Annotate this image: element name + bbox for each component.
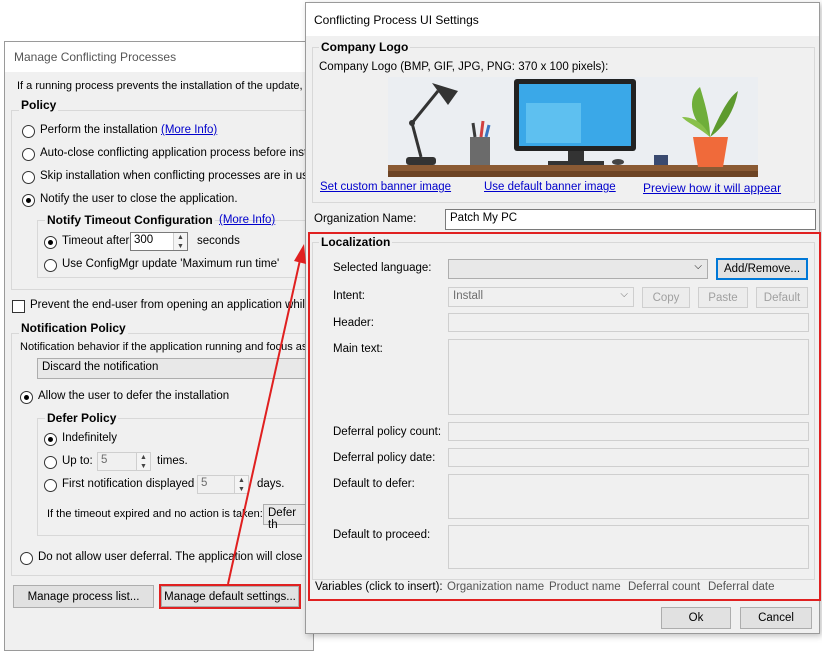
cancel-button[interactable]: Cancel xyxy=(740,607,812,629)
conflicting-process-ui-settings-dialog: Conflicting Process UI Settings Company … xyxy=(305,2,821,634)
timeout-after-radio[interactable] xyxy=(44,236,57,249)
timeout-expired-select[interactable]: Defer th xyxy=(263,504,311,531)
autoclose-label: Auto-close conflicting application proce… xyxy=(40,147,326,159)
notification-behavior-label: Notification behavior if the application… xyxy=(20,341,316,353)
organization-name-input[interactable]: Patch My PC xyxy=(445,209,816,230)
manage-conflicting-processes-window: Manage Conflicting Processes If a runnin… xyxy=(4,41,330,651)
notify-user-label: Notify the user to close the application… xyxy=(40,193,238,205)
timeout-more-info-link[interactable]: (More Info) xyxy=(219,214,275,226)
main-window-title: Manage Conflicting Processes xyxy=(14,50,177,64)
dialog-title: Conflicting Process UI Settings xyxy=(314,13,479,27)
organization-name-value: Patch My PC xyxy=(450,212,518,224)
timeout-after-label: Timeout after xyxy=(62,235,130,247)
allow-defer-radio[interactable] xyxy=(20,391,33,404)
timeout-expired-label: If the timeout expired and no action is … xyxy=(47,508,263,520)
perform-installation-radio[interactable] xyxy=(22,125,35,138)
main-titlebar: Manage Conflicting Processes xyxy=(5,42,313,72)
notification-behavior-value: Discard the notification xyxy=(42,361,159,373)
notify-timeout-title: Notify Timeout Configuration xyxy=(45,213,215,227)
up-to-spinner[interactable]: ▲ ▼ xyxy=(136,453,150,470)
perform-installation-label: Perform the installation xyxy=(40,124,158,136)
company-logo-caption: Company Logo (BMP, GIF, JPG, PNG: 370 x … xyxy=(319,61,609,73)
timeout-seconds-value: 300 xyxy=(134,234,154,246)
defer-policy-title: Defer Policy xyxy=(45,411,119,425)
perform-more-info-link[interactable]: (More Info) xyxy=(161,124,217,136)
times-label: times. xyxy=(157,455,188,467)
days-label: days. xyxy=(257,478,285,490)
set-custom-banner-link[interactable]: Set custom banner image xyxy=(320,181,451,193)
prevent-open-checkbox[interactable] xyxy=(12,300,25,313)
indefinitely-radio[interactable] xyxy=(44,433,57,446)
manage-process-list-button[interactable]: Manage process list... xyxy=(13,585,154,608)
timeout-seconds-input[interactable]: 300 ▲ ▼ xyxy=(130,232,188,251)
company-banner-image xyxy=(388,77,758,177)
up-to-label: Up to: xyxy=(62,455,93,467)
variables-label: Variables (click to insert): xyxy=(315,581,443,593)
indefinitely-label: Indefinitely xyxy=(62,432,117,444)
use-configmgr-label: Use ConfigMgr update 'Maximum run time' xyxy=(62,258,280,270)
variable-organization-name[interactable]: Organization name xyxy=(447,581,544,593)
use-default-banner-link[interactable]: Use default banner image xyxy=(484,181,616,193)
main-description: If a running process prevents the instal… xyxy=(17,80,318,92)
autoclose-radio[interactable] xyxy=(22,148,35,161)
notification-behavior-select[interactable]: Discard the notification xyxy=(37,358,311,379)
variable-deferral-date[interactable]: Deferral date xyxy=(708,581,774,593)
ok-button[interactable]: Ok xyxy=(661,607,731,629)
organization-name-label: Organization Name: xyxy=(314,213,417,225)
variable-product-name[interactable]: Product name xyxy=(549,581,621,593)
first-notification-value: 5 xyxy=(201,477,208,489)
use-configmgr-radio[interactable] xyxy=(44,259,57,272)
notification-policy-title: Notification Policy xyxy=(19,321,128,335)
first-notification-input[interactable]: 5 ▲ ▼ xyxy=(197,475,249,494)
notify-user-radio[interactable] xyxy=(22,194,35,207)
allow-defer-label: Allow the user to defer the installation xyxy=(38,390,230,402)
first-notification-radio[interactable] xyxy=(44,479,57,492)
manage-default-settings-highlight xyxy=(159,584,301,609)
dialog-titlebar: Conflicting Process UI Settings xyxy=(306,3,819,36)
skip-installation-label: Skip installation when conflicting proce… xyxy=(40,170,315,182)
no-defer-radio[interactable] xyxy=(20,552,33,565)
company-logo-title: Company Logo xyxy=(319,40,411,54)
no-defer-label: Do not allow user deferral. The applicat… xyxy=(38,551,325,563)
preview-banner-link[interactable]: Preview how it will appear xyxy=(643,181,781,195)
policy-group-title: Policy xyxy=(19,98,59,112)
timeout-spinner[interactable]: ▲ ▼ xyxy=(173,233,187,250)
up-to-input[interactable]: 5 ▲ ▼ xyxy=(97,452,151,471)
first-notification-label: First notification displayed + xyxy=(62,478,205,490)
first-notification-spinner[interactable]: ▲ ▼ xyxy=(234,476,248,493)
up-to-radio[interactable] xyxy=(44,456,57,469)
skip-installation-radio[interactable] xyxy=(22,171,35,184)
localization-highlight xyxy=(308,232,821,601)
variable-deferral-count[interactable]: Deferral count xyxy=(628,581,700,593)
up-to-value: 5 xyxy=(101,454,108,466)
seconds-label: seconds xyxy=(197,235,240,247)
prevent-open-label: Prevent the end-user from opening an app… xyxy=(30,299,331,311)
